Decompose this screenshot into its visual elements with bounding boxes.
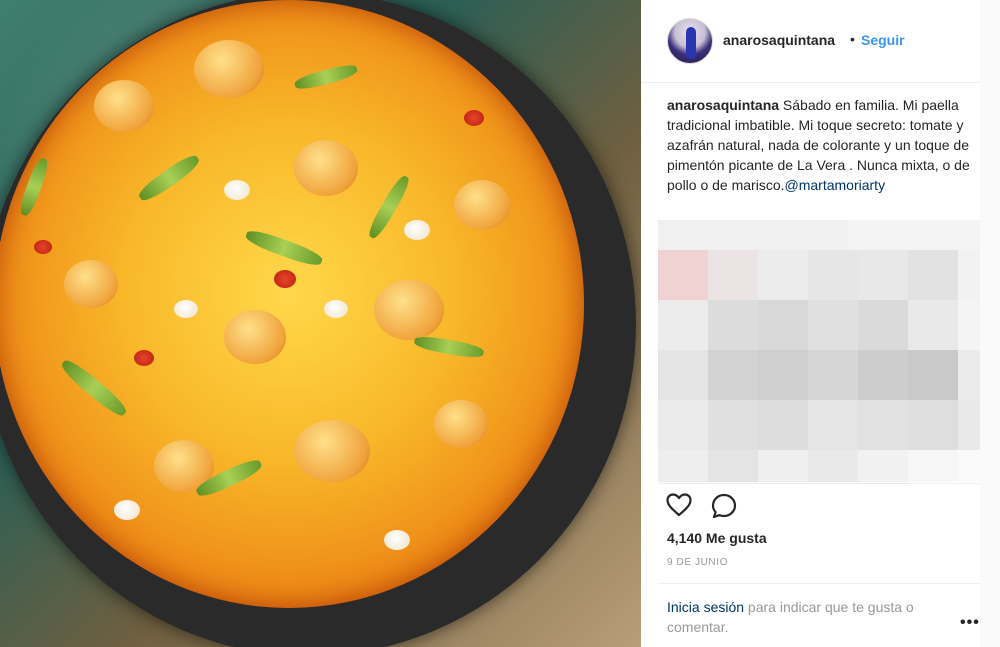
green-bean [413,334,485,360]
login-link[interactable]: Inicia sesión [667,599,744,615]
chicken-piece [294,140,358,196]
heart-icon[interactable] [666,493,692,517]
paella-pan [0,0,636,647]
pixel-tile [808,450,858,482]
pixel-tile [658,300,708,350]
header-username[interactable]: anarosaquintana [723,32,835,48]
pixel-tile [708,350,758,400]
pixel-tile [858,300,908,350]
white-bean [224,180,250,200]
pixel-tile [858,350,908,400]
chicken-piece [194,40,264,98]
follow-button[interactable]: Seguir [861,32,905,48]
likes-count[interactable]: 4,140 Me gusta [667,530,767,546]
more-options-icon[interactable]: ••• [960,614,980,632]
white-bean [384,530,410,550]
pixel-tile [858,450,908,482]
comment-bubble-icon[interactable] [711,493,737,519]
chicken-piece [434,400,488,448]
pixel-tile [658,450,708,482]
pixel-tile [808,400,858,450]
green-bean [58,356,130,420]
pixel-tile [908,400,958,450]
paella-rice [0,0,584,608]
pixel-tile [758,300,808,350]
green-bean [135,151,203,205]
post-caption: anarosaquintana Sábado en familia. Mi pa… [667,95,982,195]
pixel-tile [658,350,708,400]
tomato-bit [274,270,296,288]
post-date: 9 DE JUNIO [667,557,729,568]
pixel-tile [758,350,808,400]
chicken-piece [64,260,118,308]
pixel-tile [908,450,958,482]
white-bean [404,220,430,240]
pixel-tile [808,300,858,350]
pixel-tile [958,400,982,450]
pixel-tile [908,350,958,400]
pixel-tile [658,400,708,450]
caption-username[interactable]: anarosaquintana [667,97,779,113]
pixel-tile [708,300,758,350]
pixel-tile [758,250,808,300]
green-bean [293,61,359,93]
chicken-piece [224,310,286,364]
pixel-tile [958,250,982,300]
divider [658,483,980,484]
pixel-tile [708,450,758,482]
pixel-tile [808,350,858,400]
login-prompt: Inicia sesión para indicar que te gusta … [667,597,967,637]
green-bean [243,226,325,270]
pixel-tile [958,300,982,350]
white-bean [174,300,198,318]
pixel-tile [658,220,848,250]
chicken-piece [374,280,444,340]
pixel-tile [908,250,958,300]
pixel-tile [958,350,982,400]
caption-mention-link[interactable]: @martamoriarty [785,177,886,193]
pixel-tile [858,250,908,300]
tomato-bit [464,110,484,126]
chicken-piece [94,80,154,132]
tomato-bit [134,350,154,366]
white-bean [324,300,348,318]
green-bean [17,156,51,218]
pixel-tile [758,450,808,482]
white-bean [114,500,140,520]
pixel-tile [958,450,982,482]
divider [658,583,980,584]
avatar[interactable] [667,18,713,64]
comments-area-pixelated [658,220,982,482]
post-sidebar: anarosaquintana • Seguir anarosaquintana… [641,0,1000,647]
pixel-tile [908,300,958,350]
chicken-piece [294,420,370,482]
pixel-tile [658,250,708,300]
post-photo [0,0,641,647]
separator-dot: • [850,31,855,47]
pixel-tile [858,400,908,450]
post-header: anarosaquintana • Seguir [641,0,980,83]
pixel-tile [808,250,858,300]
pixel-tile [758,400,808,450]
tomato-bit [34,240,52,254]
pixel-tile [708,400,758,450]
pixel-tile [708,250,758,300]
chicken-piece [454,180,510,230]
sidebar-edge [980,0,1000,647]
